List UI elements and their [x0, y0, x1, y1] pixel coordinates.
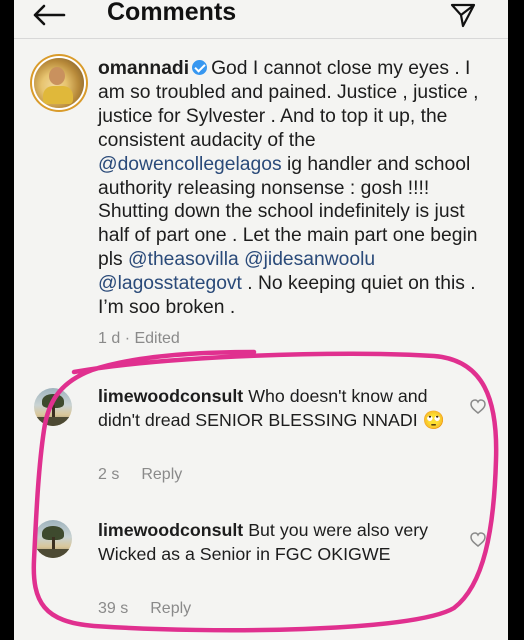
comments-screen: Comments omannadi God I cannot close my e…	[14, 0, 508, 640]
reply-username[interactable]: limewoodconsult	[98, 520, 243, 540]
reply-username[interactable]: limewoodconsult	[98, 386, 243, 406]
mention-link[interactable]: @jidesanwoolu	[244, 249, 375, 270]
reply-comment: limewoodconsult Who doesn't know and did…	[98, 385, 450, 432]
reply-time: 39 s	[98, 600, 129, 617]
reply-comment: limewoodconsult But you were also very W…	[98, 519, 450, 566]
mention-link[interactable]: @theasovilla	[128, 249, 239, 270]
header: Comments	[14, 0, 508, 34]
page-title: Comments	[107, 0, 237, 26]
reply-avatar[interactable]	[34, 520, 72, 558]
avatar-face	[49, 67, 65, 85]
comment-body: God I cannot close my eyes . I am so tro…	[98, 58, 479, 318]
reply-meta: 2 s Reply	[98, 466, 204, 484]
reply-button[interactable]: Reply	[141, 466, 182, 483]
verified-badge-icon	[192, 60, 208, 75]
arrow-left-icon[interactable]	[32, 4, 66, 26]
avatar-ground	[34, 549, 72, 558]
mention-link[interactable]: @dowencollegelagos	[98, 154, 282, 175]
main-comment: omannadi God I cannot close my eyes . I a…	[98, 57, 493, 320]
comment-meta: 1 d · Edited	[98, 330, 180, 347]
reply-time: 2 s	[98, 466, 120, 483]
header-divider	[14, 38, 508, 39]
heart-icon[interactable]	[470, 399, 486, 414]
reply-button[interactable]: Reply	[150, 600, 191, 617]
avatar-ground	[34, 417, 72, 426]
reply-avatar[interactable]	[34, 388, 72, 426]
mention-link[interactable]: @lagosstategovt	[98, 273, 242, 294]
avatar[interactable]	[34, 58, 84, 108]
heart-icon[interactable]	[470, 532, 486, 547]
comment-username[interactable]: omannadi	[98, 58, 189, 79]
send-icon[interactable]	[450, 2, 476, 28]
avatar-body	[43, 86, 73, 104]
reply-meta: 39 s Reply	[98, 600, 213, 618]
